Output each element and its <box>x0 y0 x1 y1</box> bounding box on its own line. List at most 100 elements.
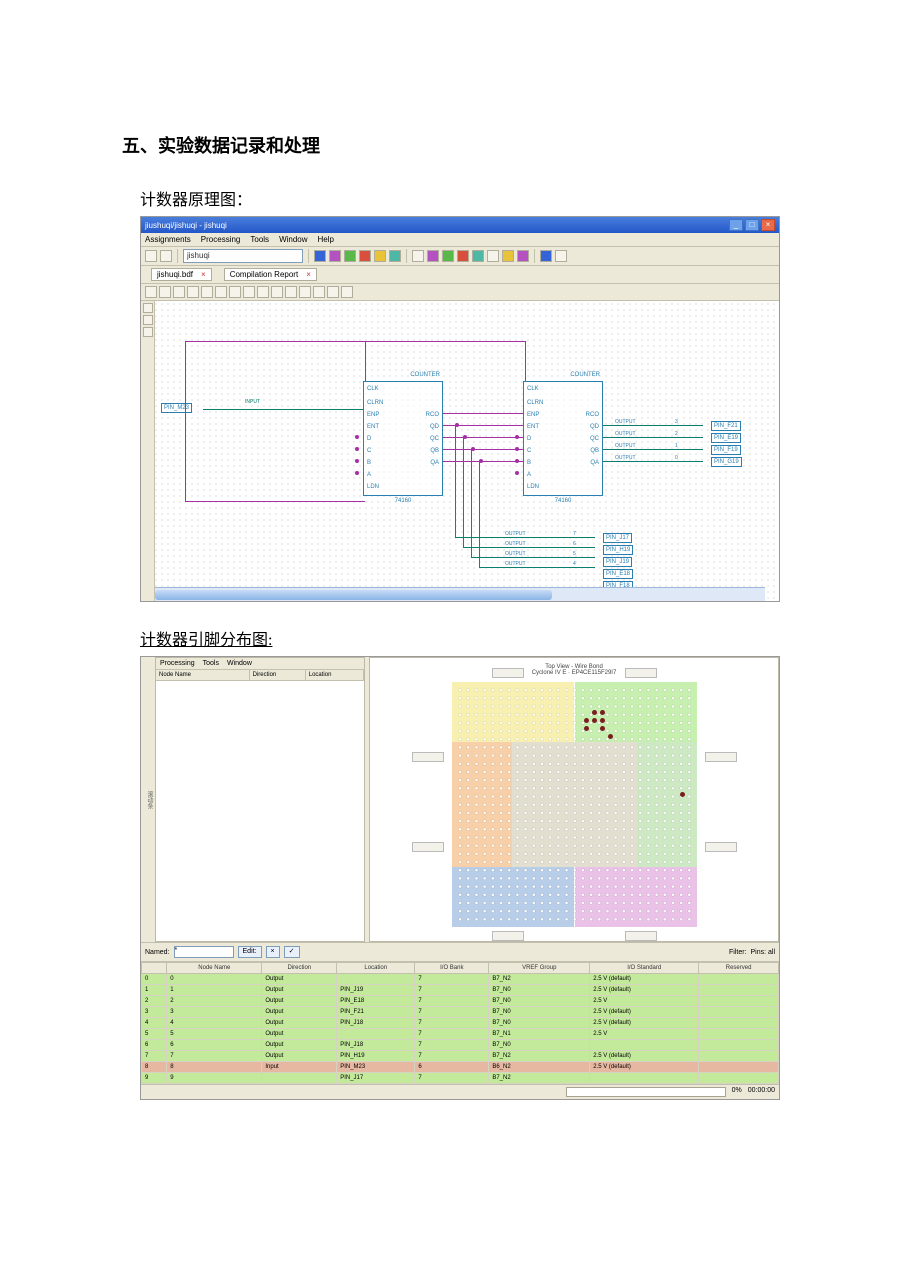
table-row[interactable]: 44OutputPIN_J187B7_N02.5 V (default) <box>142 1018 779 1029</box>
table-row[interactable]: 11OutputPIN_J197B7_N02.5 V (default) <box>142 985 779 996</box>
output-pin[interactable]: PIN_F21 <box>711 421 741 431</box>
col-bank[interactable]: I/O Bank <box>415 963 489 974</box>
schematic-canvas[interactable]: PIN_M23 INPUT COUNTER 74160 CLK CLRN ENP… <box>141 301 779 601</box>
node-icon[interactable] <box>285 286 297 298</box>
cell[interactable]: 1 <box>142 985 167 996</box>
cell[interactable] <box>337 974 415 985</box>
col-dir[interactable]: Direction <box>262 963 337 974</box>
cell[interactable]: B7_N1 <box>489 1029 590 1040</box>
col-direction[interactable]: Direction <box>250 670 306 680</box>
menu-processing[interactable]: Processing <box>160 660 195 667</box>
undo-icon[interactable] <box>341 286 353 298</box>
zoom-icon[interactable] <box>159 286 171 298</box>
rotate-icon[interactable] <box>327 286 339 298</box>
stop-icon[interactable] <box>412 250 424 262</box>
cell[interactable]: PIN_J17 <box>337 1073 415 1084</box>
cell[interactable]: 7 <box>415 996 489 1007</box>
cell[interactable]: 7 <box>415 1018 489 1029</box>
tool-icon[interactable] <box>359 250 371 262</box>
tool-icon[interactable] <box>472 250 484 262</box>
cell[interactable]: Output <box>262 1018 337 1029</box>
cell[interactable]: 1 <box>167 985 262 996</box>
menu-window[interactable]: Window <box>227 660 252 667</box>
cell[interactable]: 2 <box>142 996 167 1007</box>
tool-icon[interactable] <box>143 303 153 313</box>
cell[interactable]: Output <box>262 1040 337 1051</box>
cell[interactable]: 2 <box>167 996 262 1007</box>
cell[interactable]: 5 <box>167 1029 262 1040</box>
cell[interactable]: 8 <box>142 1062 167 1073</box>
table-row[interactable]: 99PIN_J177B7_N2 <box>142 1073 779 1084</box>
cell[interactable]: 6 <box>142 1040 167 1051</box>
device-view[interactable]: Top View - Wire Bond Cyclone IV E · EP4C… <box>369 657 779 942</box>
tool-icon[interactable] <box>329 250 341 262</box>
tool-icon[interactable] <box>442 250 454 262</box>
cell[interactable]: Output <box>262 1051 337 1062</box>
groups-list[interactable] <box>156 681 364 941</box>
input-pin[interactable]: PIN_M23 <box>161 403 192 413</box>
output-pin[interactable]: PIN_E18 <box>603 569 633 579</box>
cell[interactable] <box>262 1073 337 1084</box>
menu-assignments[interactable]: Assignments <box>145 235 191 244</box>
line-icon[interactable] <box>243 286 255 298</box>
cell[interactable]: PIN_H19 <box>337 1051 415 1062</box>
cell[interactable]: 8 <box>167 1062 262 1073</box>
project-combo[interactable]: jishuqi <box>183 249 303 263</box>
tool-icon[interactable] <box>540 250 552 262</box>
counter-1[interactable]: COUNTER 74160 CLK CLRN ENP ENT D C B A L… <box>363 381 443 496</box>
cell[interactable]: Output <box>262 1007 337 1018</box>
tool-icon[interactable] <box>143 327 153 337</box>
cell[interactable]: 2.5 V (default) <box>590 985 699 996</box>
cell[interactable]: PIN_E18 <box>337 996 415 1007</box>
assigned-pin[interactable] <box>600 726 605 731</box>
tool-icon[interactable] <box>389 250 401 262</box>
cell[interactable]: 7 <box>167 1051 262 1062</box>
cell[interactable]: B7_N0 <box>489 1007 590 1018</box>
cell[interactable]: 7 <box>415 1007 489 1018</box>
cell[interactable]: 7 <box>415 1051 489 1062</box>
pointer-icon[interactable] <box>145 286 157 298</box>
table-row[interactable]: 77OutputPIN_H197B7_N22.5 V (default) <box>142 1051 779 1062</box>
col-res[interactable]: Reserved <box>699 963 779 974</box>
cell[interactable]: B7_N2 <box>489 1051 590 1062</box>
assigned-pin[interactable] <box>600 710 605 715</box>
tool-icon[interactable] <box>344 250 356 262</box>
copy-icon[interactable] <box>145 250 157 262</box>
cell[interactable] <box>590 1040 699 1051</box>
cell[interactable] <box>699 1007 779 1018</box>
menu-window[interactable]: Window <box>279 235 307 244</box>
pin-table[interactable]: Node Name Direction Location I/O Bank VR… <box>141 962 779 1084</box>
tab-bdf[interactable]: jishuqi.bdf <box>151 268 212 281</box>
assigned-pin[interactable] <box>600 718 605 723</box>
table-row[interactable]: 66OutputPIN_J187B7_N0 <box>142 1040 779 1051</box>
rect-icon[interactable] <box>215 286 227 298</box>
named-input[interactable]: * <box>174 946 234 958</box>
cell[interactable] <box>699 1040 779 1051</box>
tab-report[interactable]: Compilation Report <box>224 268 317 281</box>
hand-icon[interactable] <box>173 286 185 298</box>
cell[interactable] <box>699 1051 779 1062</box>
col-node[interactable]: Node Name <box>156 670 250 680</box>
cell[interactable]: 5 <box>142 1029 167 1040</box>
cell[interactable]: B7_N2 <box>489 974 590 985</box>
menu-tools[interactable]: Tools <box>250 235 269 244</box>
cell[interactable]: B7_N0 <box>489 985 590 996</box>
table-row[interactable]: 88InputPIN_M236B6_N22.5 V (default) <box>142 1062 779 1073</box>
cell[interactable]: 0 <box>142 974 167 985</box>
cell[interactable]: PIN_M23 <box>337 1062 415 1073</box>
cell[interactable]: 2.5 V (default) <box>590 1051 699 1062</box>
filter-value[interactable]: Pins: all <box>750 949 775 956</box>
maximize-icon[interactable]: □ <box>745 219 759 231</box>
flip-icon[interactable] <box>313 286 325 298</box>
edit-x-button[interactable]: × <box>266 946 280 958</box>
cell[interactable]: B7_N0 <box>489 996 590 1007</box>
help-icon[interactable] <box>555 250 567 262</box>
tool-icon[interactable] <box>374 250 386 262</box>
assigned-pin[interactable] <box>584 726 589 731</box>
col-location[interactable]: Location <box>306 670 364 680</box>
bga-package[interactable] <box>452 682 697 927</box>
symbol-icon[interactable] <box>201 286 213 298</box>
cell[interactable]: 7 <box>415 1073 489 1084</box>
cell[interactable]: 2.5 V (default) <box>590 974 699 985</box>
minimize-icon[interactable]: _ <box>729 219 743 231</box>
